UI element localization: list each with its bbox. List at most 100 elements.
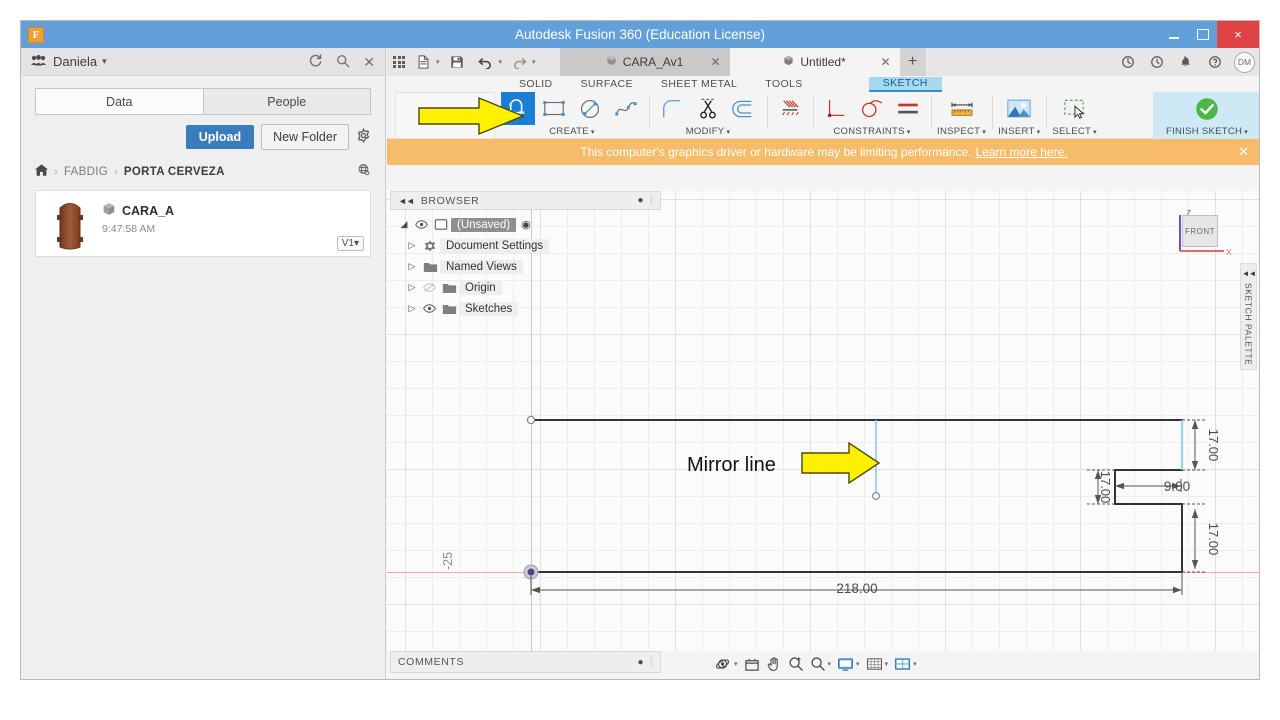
- pan-icon[interactable]: [766, 656, 782, 672]
- save-icon[interactable]: [445, 48, 469, 76]
- expand-triangle-icon[interactable]: ▷: [404, 240, 420, 251]
- visibility-icon-hidden[interactable]: [420, 283, 439, 292]
- redo-icon[interactable]: [507, 48, 531, 76]
- tab-data[interactable]: Data: [36, 89, 203, 114]
- close-button[interactable]: ×: [1217, 21, 1259, 48]
- home-icon[interactable]: [35, 164, 48, 179]
- browser-options-icon[interactable]: ●: [638, 195, 645, 206]
- inspect-label[interactable]: INSPECT: [937, 126, 980, 137]
- viewports-icon[interactable]: ▾: [894, 657, 917, 672]
- search-icon[interactable]: [336, 54, 350, 70]
- insert-image-tool-button[interactable]: [1002, 92, 1036, 125]
- bell-icon[interactable]: [1172, 48, 1199, 76]
- comments-options-icon[interactable]: ●: [638, 657, 645, 668]
- sketch-canvas[interactable]: 218.00 17.00 17.00 9.00 17.00 -25 5 Mirr…: [387, 191, 1259, 651]
- select-tool-button[interactable]: [1058, 92, 1092, 125]
- dim-17-notch[interactable]: 17.00: [1098, 471, 1113, 504]
- app-grid-icon[interactable]: [387, 48, 411, 76]
- document-tab-cara-av1[interactable]: CARA_Av1 ✕: [559, 48, 730, 76]
- circle-tool-button[interactable]: [573, 92, 607, 125]
- minimize-button[interactable]: [1159, 21, 1188, 48]
- file-version-badge[interactable]: V1▾: [336, 236, 364, 251]
- gear-icon[interactable]: [356, 127, 371, 147]
- measure-tool-button[interactable]: [945, 92, 979, 125]
- activate-component-radio[interactable]: ◉: [521, 218, 531, 231]
- breadcrumb-item-fabdig[interactable]: FABDIG: [64, 166, 108, 178]
- tab-sheet-metal[interactable]: SHEET METAL: [647, 78, 751, 90]
- green-check-icon[interactable]: [1190, 92, 1224, 125]
- new-document-tab-button[interactable]: +: [899, 48, 926, 76]
- close-panel-icon[interactable]: ✕: [363, 55, 375, 69]
- banner-learn-more-link[interactable]: Learn more here.: [976, 145, 1068, 159]
- dim-17-top-right[interactable]: 17.00: [1206, 429, 1221, 462]
- tree-item-sketches[interactable]: ▷ Sketches: [390, 298, 661, 319]
- chevron-down-icon[interactable]: ▾: [436, 58, 440, 66]
- close-icon[interactable]: ✕: [710, 55, 720, 69]
- collapse-icon[interactable]: ◄◄: [398, 196, 415, 206]
- sketch-palette-panel[interactable]: ◄◄ SKETCH PALETTE: [1240, 263, 1257, 370]
- expand-triangle-icon[interactable]: ▷: [404, 303, 420, 314]
- new-folder-button[interactable]: New Folder: [261, 124, 349, 150]
- tree-item-unsaved[interactable]: ◢ (Unsaved) ◉: [390, 214, 661, 235]
- chevron-down-icon[interactable]: ▾: [532, 58, 536, 66]
- fillet-tool-button[interactable]: [655, 92, 689, 125]
- avatar[interactable]: DM: [1234, 51, 1255, 73]
- spline-tool-button[interactable]: [609, 92, 643, 125]
- refresh-icon[interactable]: [308, 53, 323, 70]
- tree-item-origin[interactable]: ▷ Origin: [390, 277, 661, 298]
- fit-view-icon[interactable]: [744, 657, 760, 672]
- chevron-down-icon[interactable]: ▾: [982, 129, 986, 136]
- collapse-icon[interactable]: ◄◄: [1242, 269, 1257, 278]
- user-name[interactable]: Daniela: [53, 54, 97, 69]
- refresh-icon[interactable]: [1114, 48, 1141, 76]
- breadcrumb-item-porta-cerveza[interactable]: PORTA CERVEZA: [124, 166, 225, 178]
- tree-item-named-views[interactable]: ▷ Named Views: [390, 256, 661, 277]
- offset-tool-button[interactable]: [727, 92, 761, 125]
- finish-sketch-group[interactable]: FINISH SKETCH ▾: [1153, 92, 1259, 139]
- close-icon[interactable]: ✕: [1238, 144, 1249, 160]
- finish-sketch-label[interactable]: FINISH SKETCH: [1166, 126, 1242, 137]
- tab-people[interactable]: People: [202, 89, 370, 114]
- chevron-down-icon[interactable]: ▾: [1037, 129, 1041, 136]
- help-icon[interactable]: [1201, 48, 1228, 76]
- equal-constraint-button[interactable]: [891, 92, 925, 125]
- dim-17-bottom-right[interactable]: 17.00: [1206, 523, 1221, 556]
- dim-218[interactable]: 218.00: [836, 581, 877, 596]
- create-label[interactable]: CREATE: [549, 126, 589, 137]
- visibility-icon[interactable]: [420, 304, 439, 313]
- dim-9[interactable]: 9.00: [1164, 479, 1190, 494]
- globe-icon[interactable]: [357, 163, 371, 180]
- viewcube-front-face[interactable]: FRONT: [1182, 215, 1218, 247]
- chevron-down-icon[interactable]: ▾: [591, 129, 595, 136]
- chevron-down-icon[interactable]: ▾: [102, 56, 107, 67]
- tab-solid[interactable]: SOLID: [505, 78, 567, 90]
- chevron-down-icon[interactable]: ▾: [1244, 129, 1248, 136]
- tab-sketch[interactable]: SKETCH: [868, 76, 942, 92]
- chevron-down-icon[interactable]: ▾: [1093, 129, 1097, 136]
- comments-panel-header[interactable]: COMMENTS ● ⦙: [390, 651, 661, 673]
- constraints-label[interactable]: CONSTRAINTS: [833, 126, 904, 137]
- orbit-icon[interactable]: ▾: [715, 656, 738, 672]
- select-label[interactable]: SELECT: [1052, 126, 1091, 137]
- expand-triangle-icon[interactable]: ◢: [396, 219, 412, 230]
- document-tab-untitled[interactable]: Untitled* ✕: [729, 48, 900, 76]
- zoom-window-icon[interactable]: [788, 656, 804, 672]
- chevron-down-icon[interactable]: ▾: [726, 129, 730, 136]
- undo-icon[interactable]: [474, 48, 498, 76]
- comments-resize-grip[interactable]: ⦙: [650, 657, 653, 668]
- display-settings-icon[interactable]: ▾: [837, 657, 860, 672]
- clock-icon[interactable]: [1143, 48, 1170, 76]
- browser-resize-grip[interactable]: ⦙: [650, 195, 653, 206]
- upload-button[interactable]: Upload: [185, 125, 255, 149]
- tab-surface[interactable]: SURFACE: [567, 78, 647, 90]
- rectangle-tool-button[interactable]: [537, 92, 571, 125]
- zoom-icon[interactable]: ▾: [810, 656, 831, 672]
- expand-triangle-icon[interactable]: ▷: [404, 261, 420, 272]
- chevron-down-icon[interactable]: ▾: [907, 129, 911, 136]
- viewcube[interactable]: Z X FRONT: [1174, 208, 1232, 257]
- grid-snaps-icon[interactable]: ▾: [866, 657, 888, 672]
- trim-tool-button[interactable]: [691, 92, 725, 125]
- maximize-button[interactable]: [1188, 21, 1217, 48]
- file-icon[interactable]: [411, 48, 435, 76]
- tab-tools[interactable]: TOOLS: [751, 78, 816, 90]
